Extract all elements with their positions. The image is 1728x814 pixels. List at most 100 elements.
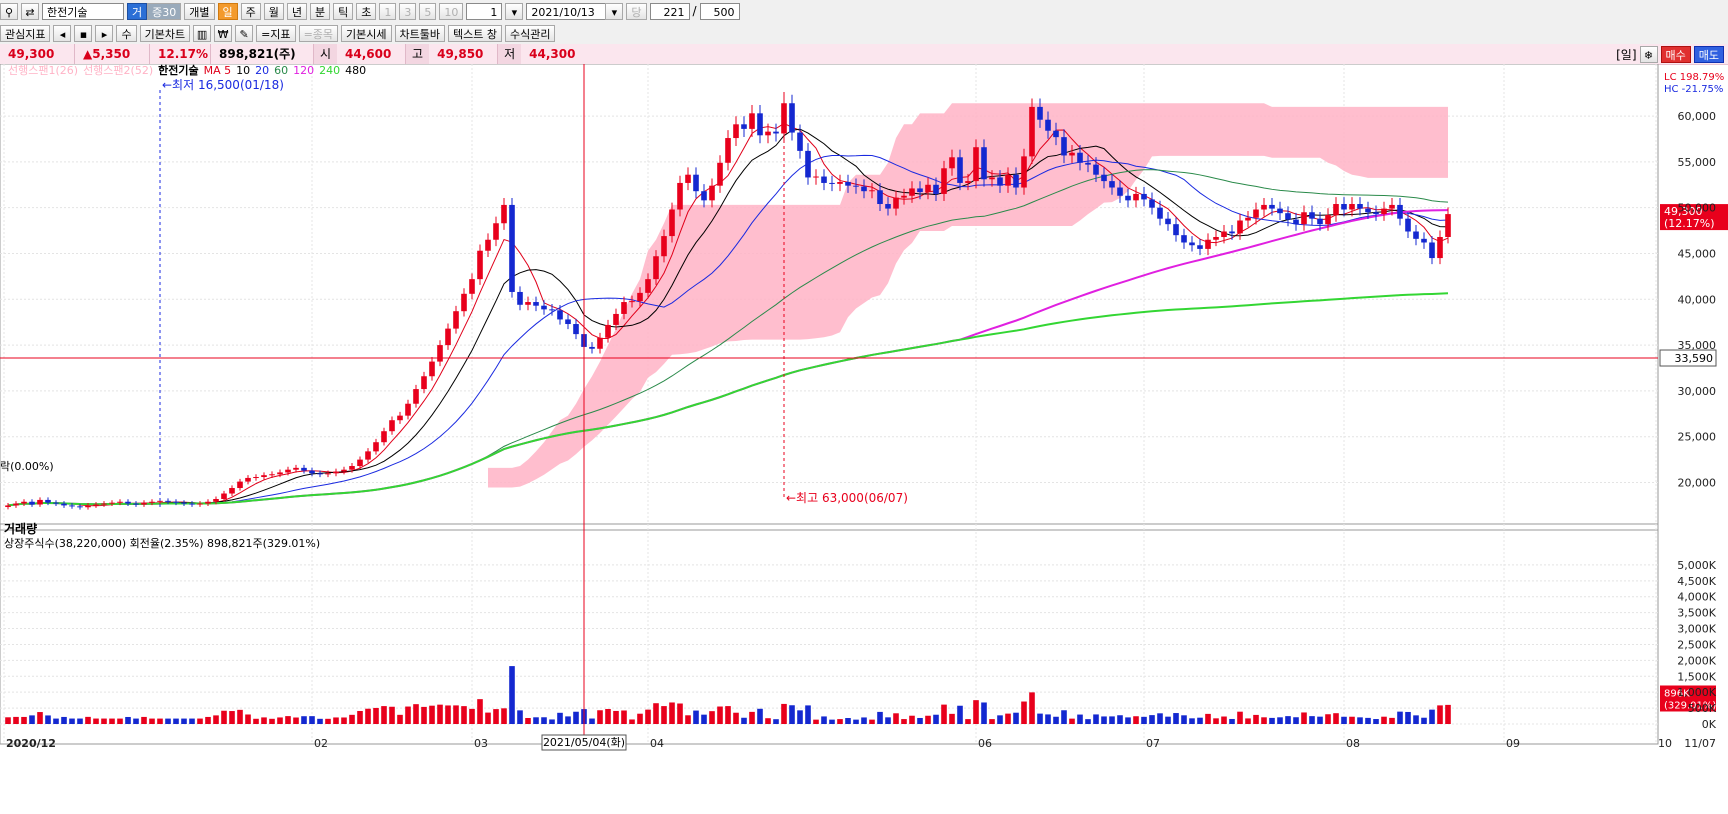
candle-body bbox=[661, 236, 667, 257]
high-label: 고 bbox=[406, 44, 430, 64]
volume-bar bbox=[1053, 716, 1059, 724]
candle-body bbox=[509, 204, 515, 292]
candle-body bbox=[189, 503, 195, 505]
volume-bar bbox=[1261, 717, 1267, 724]
interval-field[interactable]: 1 bbox=[466, 2, 503, 20]
volume-bar bbox=[245, 714, 251, 724]
price-chart[interactable]: 33,590 2021/05/04(화) ←최저 16,500(01/18) ←최고 … bbox=[0, 64, 1728, 814]
candle-body bbox=[117, 501, 123, 503]
settings-icon[interactable]: ❄ bbox=[1639, 45, 1658, 63]
candle-body bbox=[173, 501, 179, 503]
candle-body bbox=[493, 223, 499, 240]
legend-entry: 120 bbox=[293, 64, 314, 77]
volume-bar bbox=[173, 718, 179, 724]
volume-bar bbox=[1061, 710, 1067, 724]
view-count-field[interactable]: 221 bbox=[649, 2, 690, 20]
volume-bar bbox=[877, 711, 883, 724]
volume-bar bbox=[1117, 715, 1123, 724]
candle-body bbox=[1301, 212, 1307, 225]
scroll-right-icon[interactable]: ▸ bbox=[95, 24, 114, 42]
interval-dropdown-icon[interactable]: ▾ bbox=[505, 2, 524, 20]
stop-icon[interactable]: ▪ bbox=[74, 24, 93, 42]
volume-bar bbox=[933, 714, 939, 724]
legend-entry: MA 5 bbox=[204, 64, 232, 77]
volume-bar bbox=[973, 700, 979, 724]
candle-body bbox=[597, 337, 603, 349]
swap-icon[interactable]: ⇄ bbox=[21, 2, 39, 20]
candle-body bbox=[589, 346, 595, 349]
volume-bar bbox=[461, 706, 467, 724]
basic-chart-button[interactable]: 기본차트 bbox=[139, 24, 191, 42]
volume-bar bbox=[1349, 716, 1355, 724]
search-button[interactable]: ⚲ bbox=[0, 2, 18, 20]
period-second[interactable]: 초 bbox=[356, 2, 377, 20]
volume-bar bbox=[557, 712, 563, 724]
interval-10[interactable]: 10 bbox=[439, 2, 464, 20]
volume-bar bbox=[381, 706, 387, 724]
candle-body bbox=[909, 188, 915, 196]
indicator-button[interactable]: =지표 bbox=[256, 24, 296, 42]
manual-button[interactable]: 수 bbox=[116, 24, 137, 42]
x-tick-label: 10 bbox=[1658, 737, 1672, 750]
mode-button[interactable]: 개별 bbox=[184, 2, 215, 20]
volume-bar bbox=[1037, 713, 1043, 724]
chart-toolbar-button[interactable]: 차트툴바 bbox=[394, 24, 445, 42]
volume-bar bbox=[549, 719, 555, 724]
volume-bar bbox=[597, 710, 603, 724]
open-label: 시 bbox=[314, 44, 338, 64]
candle-body bbox=[1293, 219, 1299, 225]
candle-body bbox=[1341, 204, 1347, 210]
volume-tick-label: 2,500K bbox=[1677, 638, 1716, 651]
won-icon[interactable]: ₩ bbox=[214, 24, 233, 42]
period-day[interactable]: 일 bbox=[217, 2, 238, 20]
total-count-field[interactable]: 500 bbox=[699, 2, 740, 20]
volume-bar bbox=[405, 706, 411, 724]
period-week[interactable]: 주 bbox=[240, 2, 261, 20]
watch-indicator-button[interactable]: 관심지표 bbox=[0, 24, 51, 42]
text-window-button[interactable]: 텍스트 창 bbox=[448, 24, 502, 42]
tools-icon[interactable]: ✎ bbox=[235, 24, 254, 42]
volume-bar bbox=[1029, 692, 1035, 724]
interval-1[interactable]: 1 bbox=[379, 2, 397, 20]
candle-body bbox=[981, 147, 987, 180]
period-month[interactable]: 월 bbox=[263, 2, 284, 20]
basic-quote-button[interactable]: 기본시세 bbox=[341, 24, 392, 42]
candle-body bbox=[925, 184, 931, 193]
volume-bar bbox=[733, 712, 739, 724]
legend-entry: 한전기술 bbox=[158, 64, 198, 77]
volume-bar bbox=[189, 718, 195, 724]
volume-bar bbox=[1213, 718, 1219, 724]
volume-bar bbox=[101, 718, 107, 724]
period-tick[interactable]: 틱 bbox=[333, 2, 354, 20]
stock-name-field[interactable]: 한전기술 bbox=[42, 2, 124, 20]
price-tick-label: 30,000 bbox=[1678, 385, 1717, 398]
candle-body bbox=[1205, 239, 1211, 249]
volume-bar bbox=[941, 704, 947, 724]
interval-5[interactable]: 5 bbox=[419, 2, 437, 20]
candle-body bbox=[1325, 215, 1331, 225]
scroll-left-icon[interactable]: ◂ bbox=[53, 24, 72, 42]
stock-button[interactable]: =종목 bbox=[298, 24, 339, 42]
volume-bar bbox=[829, 719, 835, 724]
period-minute[interactable]: 분 bbox=[310, 2, 331, 20]
candle-body bbox=[645, 279, 651, 293]
legend-entry: 60 bbox=[274, 64, 288, 77]
period-year[interactable]: 년 bbox=[286, 2, 307, 20]
volume-bar bbox=[229, 711, 235, 724]
volume-bar bbox=[1437, 705, 1443, 724]
volume-bar bbox=[677, 703, 683, 724]
volume-bar bbox=[109, 718, 115, 724]
candle-body bbox=[1021, 156, 1027, 188]
date-field[interactable]: 2021/10/13 bbox=[526, 2, 607, 20]
candle-body bbox=[517, 291, 523, 305]
interval-3[interactable]: 3 bbox=[399, 2, 417, 20]
volume-bar bbox=[413, 704, 419, 724]
sell-button[interactable]: 매도 bbox=[1693, 45, 1724, 63]
buy-button[interactable]: 매수 bbox=[1660, 45, 1691, 63]
candle-body bbox=[1117, 187, 1123, 196]
date-dropdown-icon[interactable]: ▾ bbox=[605, 2, 624, 20]
candle-body bbox=[61, 503, 67, 506]
bar-chart-icon[interactable]: ▥ bbox=[193, 24, 212, 42]
legend-entry: 20 bbox=[255, 64, 269, 77]
formula-manager-button[interactable]: 수식관리 bbox=[504, 24, 556, 42]
